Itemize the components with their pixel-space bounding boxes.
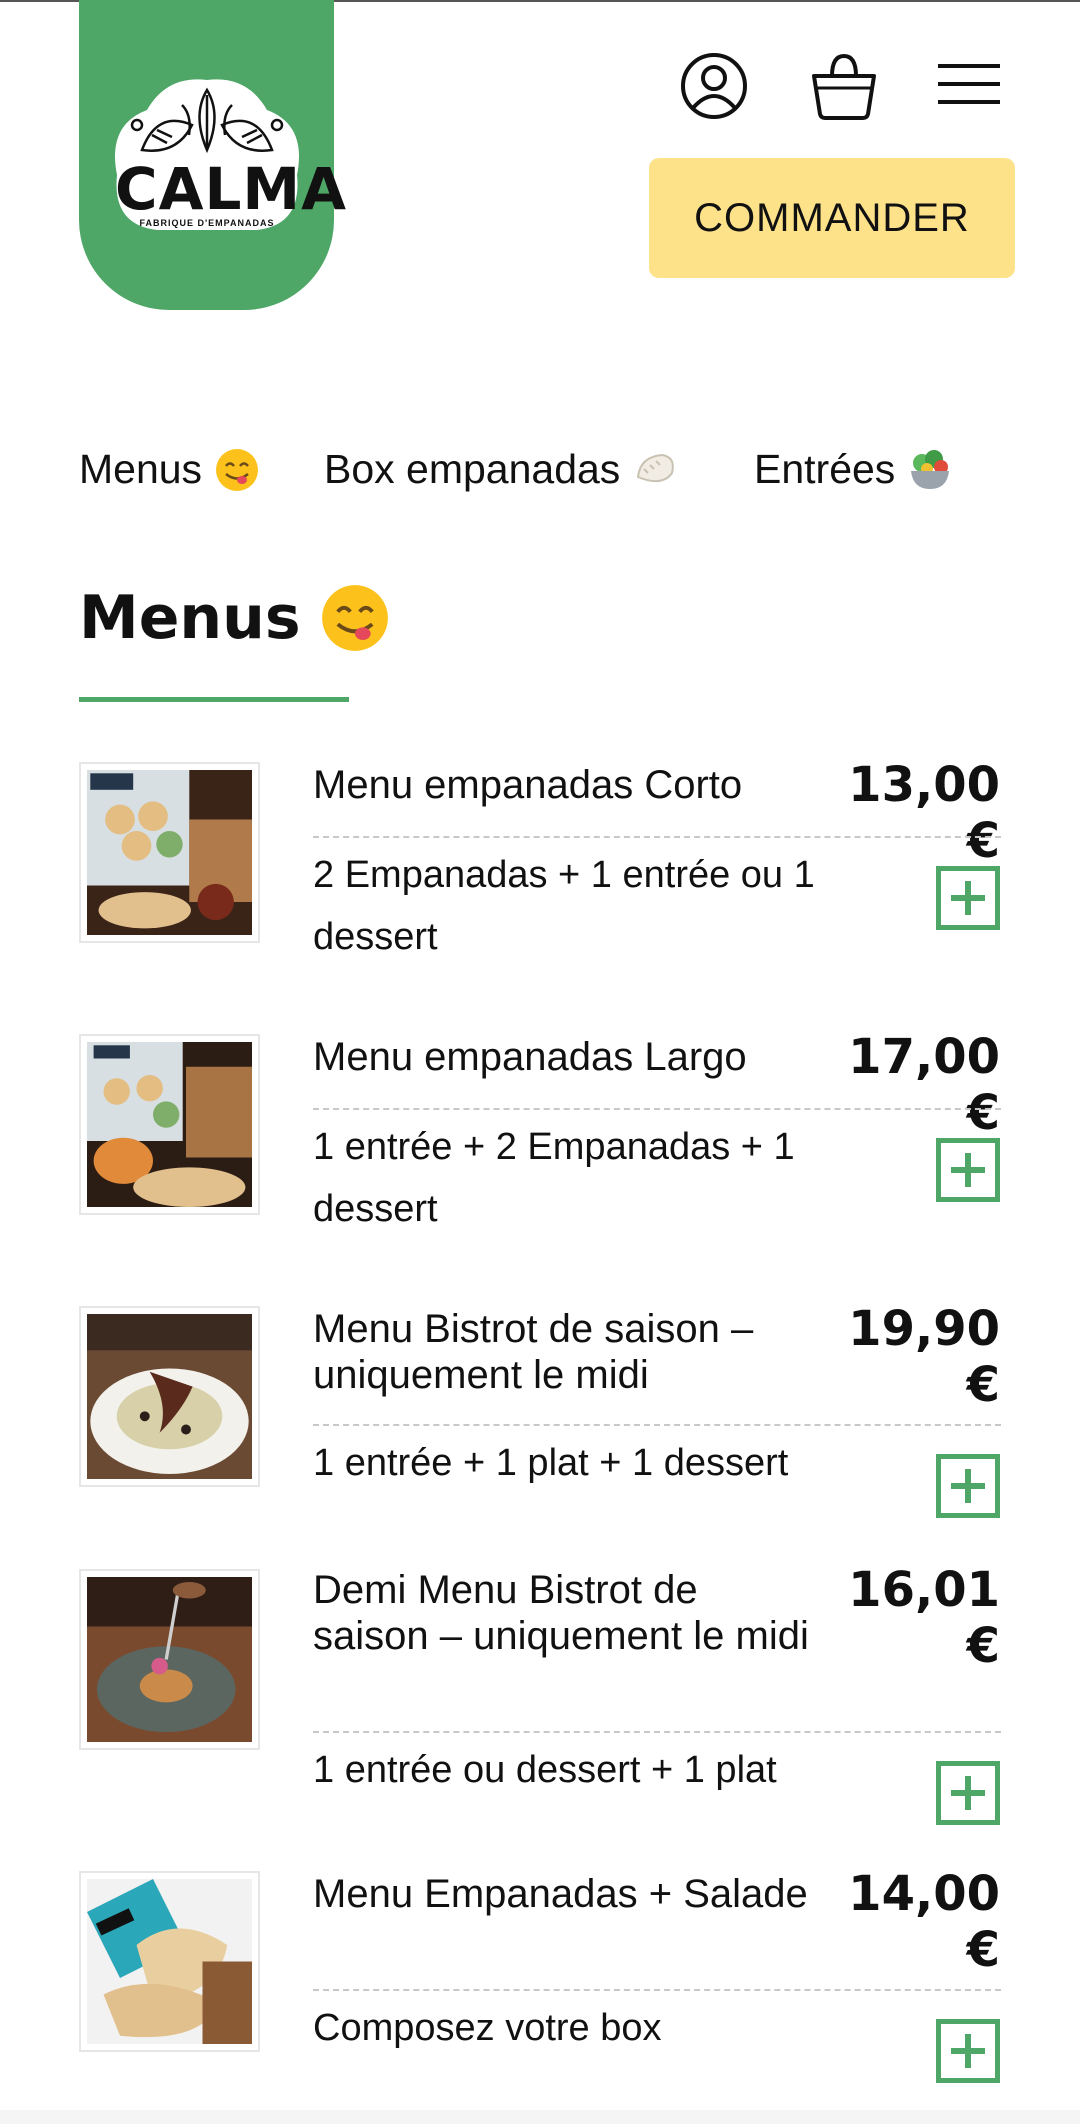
item-divider xyxy=(313,836,1001,838)
dumpling-icon xyxy=(637,453,675,482)
hamburger-menu-icon[interactable] xyxy=(936,58,1004,110)
menu-item-price: 16,01 € xyxy=(848,1562,1000,1674)
section-title-text: Menus xyxy=(79,583,301,653)
menu-item-name: Menu empanadas Largo xyxy=(313,1035,747,1079)
empanada-box-photo-icon xyxy=(87,1042,252,1207)
category-tab-menus[interactable]: Menus xyxy=(79,446,260,493)
logo-tagline: FABRIQUE D'EMPANADAS xyxy=(139,218,275,228)
logo-wordmark: CALMA xyxy=(115,155,348,223)
logo[interactable]: CALMA FABRIQUE D'EMPANADAS xyxy=(79,0,348,310)
menu-item-description: 1 entrée ou dessert + 1 plat xyxy=(313,1749,777,1791)
menu-item-name: Menu Bistrot de saison – uniquement le m… xyxy=(313,1307,754,1397)
plus-icon xyxy=(951,881,985,915)
bottom-strip xyxy=(0,2110,1080,2124)
category-tab-box-empanadas[interactable]: Box empanadas xyxy=(324,446,678,493)
menu-item-description: 1 entrée + 1 plat + 1 dessert xyxy=(313,1442,789,1484)
add-to-cart-button[interactable] xyxy=(936,866,1000,930)
plus-icon xyxy=(951,1469,985,1503)
menu-item-name: Demi Menu Bistrot de saison – uniquement… xyxy=(313,1568,809,1658)
menu-item-description: 2 Empanadas + 1 entrée ou 1 dessert xyxy=(313,854,815,958)
menu-item-image[interactable] xyxy=(79,1569,260,1750)
category-label: Box empanadas xyxy=(324,446,621,492)
face-savoring-food-icon xyxy=(321,585,388,651)
empanada-box-photo-icon xyxy=(87,770,252,935)
order-button[interactable]: COMMANDER xyxy=(649,158,1015,278)
menu-item-name: Menu Empanadas + Salade xyxy=(313,1872,808,1916)
add-to-cart-button[interactable] xyxy=(936,1761,1000,1825)
face-savoring-food-icon xyxy=(216,448,259,491)
menu-item-image[interactable] xyxy=(79,1306,260,1487)
bistrot-dish-photo-icon xyxy=(87,1314,252,1479)
account-icon[interactable] xyxy=(678,50,750,122)
add-to-cart-button[interactable] xyxy=(936,2019,1000,2083)
category-label: Entrées xyxy=(754,446,896,492)
item-divider xyxy=(313,1989,1001,1991)
add-to-cart-button[interactable] xyxy=(936,1454,1000,1518)
menu-item-image[interactable] xyxy=(79,1034,260,1215)
menu-item-name: Menu empanadas Corto xyxy=(313,763,743,807)
green-salad-icon xyxy=(911,449,950,489)
section-underline xyxy=(79,697,349,702)
menu-item-image[interactable] xyxy=(79,1871,260,2052)
category-label: Menus xyxy=(79,446,203,492)
category-tab-entrees[interactable]: Entrées xyxy=(754,446,953,493)
menu-item-image[interactable] xyxy=(79,762,260,943)
item-divider xyxy=(313,1424,1001,1426)
plated-dessert-photo-icon xyxy=(87,1577,252,1742)
empanadas-salad-photo-icon xyxy=(87,1879,252,2044)
menu-item-description: 1 entrée + 2 Empanadas + 1 dessert xyxy=(313,1126,795,1230)
menu-item-description: Composez votre box xyxy=(313,2007,662,2049)
menu-item-price: 14,00 € xyxy=(848,1866,1000,1978)
section-title: Menus xyxy=(79,582,391,654)
menu-item-price: 19,90 € xyxy=(848,1301,1000,1413)
add-to-cart-button[interactable] xyxy=(936,1138,1000,1202)
item-divider xyxy=(313,1108,1001,1110)
item-divider xyxy=(313,1731,1001,1733)
plus-icon xyxy=(951,2034,985,2068)
plus-icon xyxy=(951,1776,985,1810)
plus-icon xyxy=(951,1153,985,1187)
shopping-basket-icon[interactable] xyxy=(808,50,880,122)
